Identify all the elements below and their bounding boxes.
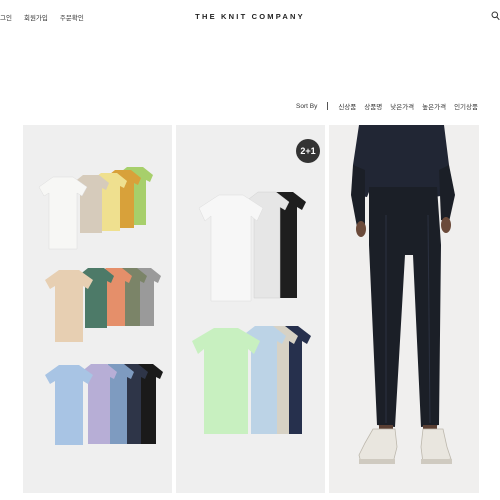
sort-option-high-price[interactable]: 높은가격 [422,101,446,111]
product-card-tshirts-2plus1[interactable] [176,125,325,493]
sort-option-new[interactable]: 신상품 [338,101,356,111]
sort-option-low-price[interactable]: 낮은가격 [390,101,414,111]
sort-option-name[interactable]: 상품명 [364,101,382,111]
sort-divider [327,102,329,110]
sort-by-label: Sort By [296,102,318,110]
promo-badge: 2+1 [296,139,320,163]
product-image [38,167,163,445]
product-card-model-slacks[interactable] [329,125,479,493]
product-image [192,191,311,434]
brand-logo[interactable]: THE KNIT COMPANY [0,12,500,21]
product-card-tshirts-multicolor[interactable] [23,125,172,493]
product-image [351,125,455,464]
sort-bar: Sort By 신상품 상품명 낮은가격 높은가격 인기상품 [296,101,478,111]
search-icon[interactable] [491,11,500,21]
sort-option-popular[interactable]: 인기상품 [454,101,478,111]
